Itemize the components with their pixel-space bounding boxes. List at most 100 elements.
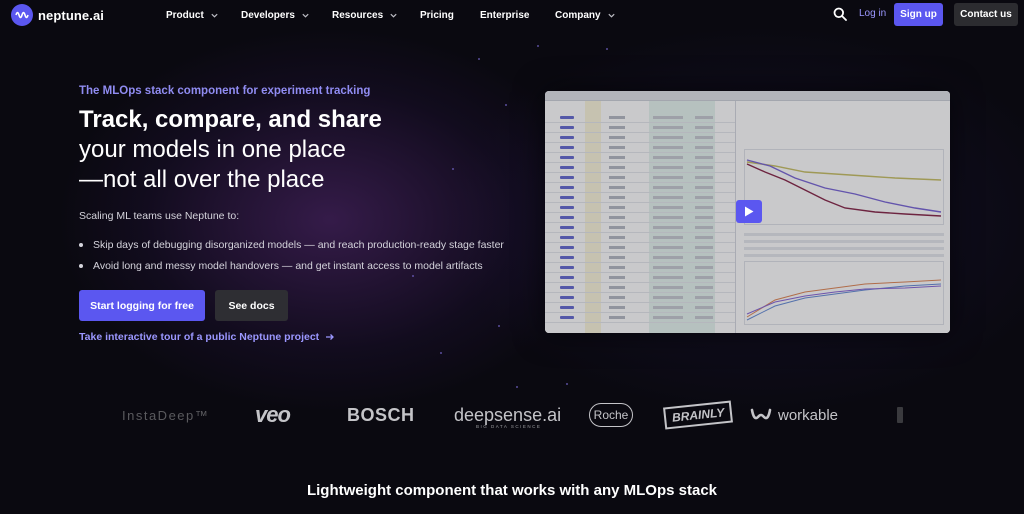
table-cell [560,306,574,309]
menu-item-label: Pricing [420,9,454,21]
table-cell [560,206,574,209]
chevron-down-icon [390,13,397,18]
table-cell [609,306,625,309]
table-cell [609,266,625,269]
table-cell [560,256,574,259]
menu-item-resources[interactable]: Resources [332,0,398,30]
table-cell [653,136,683,139]
table-cell [609,216,625,219]
table-cell [695,136,713,139]
table-cell [560,116,574,119]
preview-chart [744,149,944,225]
table-cell [695,126,713,129]
table-cell [609,236,625,239]
preview-chart-lines [746,279,942,321]
table-cell [695,266,713,269]
table-cell [609,246,625,249]
table-cell [653,216,683,219]
table-cell [653,236,683,239]
table-cell [560,126,574,129]
decor-dot [498,325,500,327]
decor-dot [516,386,518,388]
workable-w-icon [750,408,772,420]
table-cell [609,146,625,149]
table-cell [609,316,625,319]
table-cell [695,166,713,169]
table-row [545,173,735,183]
table-cell [695,186,713,189]
menu-item-pricing[interactable]: Pricing [420,0,454,30]
table-cell [609,276,625,279]
tour-link-label: Take interactive tour of a public Neptun… [79,331,320,343]
arrow-right-icon [326,334,335,340]
start-logging-button[interactable]: Start logging for free [79,290,205,321]
play-icon [745,206,754,217]
login-link[interactable]: Log in [859,8,886,19]
menu-item-developers[interactable]: Developers [241,0,310,30]
menu-item-product[interactable]: Product [166,0,219,30]
table-cell [609,116,625,119]
table-cell [609,156,625,159]
table-cell [560,156,574,159]
table-row [545,243,735,253]
table-cell [695,316,713,319]
table-cell [695,256,713,259]
search-icon[interactable] [833,7,847,21]
signup-button[interactable]: Sign up [894,3,943,26]
table-row [545,143,735,153]
table-cell [653,186,683,189]
preview-chart-lines [746,159,942,217]
logo-instadeep: InstaDeep™ [122,407,210,423]
chevron-down-icon [607,13,615,18]
table-cell [560,296,574,299]
table-cell [695,276,713,279]
table-row [545,193,735,203]
table-cell [560,146,574,149]
table-cell [695,206,713,209]
table-cell [560,316,574,319]
table-row [545,213,735,223]
menu-item-label: Developers [241,9,295,21]
decor-dot [606,48,608,50]
contact-us-button[interactable]: Contact us [954,3,1018,26]
table-cell [653,126,683,129]
table-cell [653,246,683,249]
decor-dot [566,383,568,385]
interactive-tour-link[interactable]: Take interactive tour of a public Neptun… [79,331,335,343]
decor-dot [452,168,454,170]
chevron-down-icon [302,13,309,18]
table-cell [695,246,713,249]
table-row [545,283,735,293]
see-docs-button[interactable]: See docs [215,290,288,321]
decor-dot [537,45,539,47]
table-cell [695,236,713,239]
logo-bosch: BOSCH [347,404,415,425]
table-cell [560,196,574,199]
table-cell [560,216,574,219]
table-row [545,183,735,193]
table-cell [695,146,713,149]
table-cell [653,146,683,149]
logo[interactable]: neptune.ai [11,4,104,26]
hero-title-line2: your models in one place [79,136,346,163]
table-cell [560,176,574,179]
decor-dot [440,352,442,354]
hero-title-line3: —not all over the place [79,166,325,193]
table-cell [560,276,574,279]
table-cell [609,256,625,259]
logo-roche: Roche [589,403,633,427]
menu-item-company[interactable]: Company [555,0,616,30]
menu-item-enterprise[interactable]: Enterprise [480,0,529,30]
hero-eyebrow: The MLOps stack component for experiment… [79,85,371,97]
table-cell [653,266,683,269]
table-row [545,303,735,313]
table-row [545,273,735,283]
hero-title-strong: Track, compare, and share [79,106,382,133]
logo-veo: veo [255,402,291,427]
decor-dot [505,104,507,106]
table-cell [609,296,625,299]
table-cell [609,286,625,289]
table-cell [560,286,574,289]
play-button[interactable] [736,200,762,223]
table-cell [653,166,683,169]
